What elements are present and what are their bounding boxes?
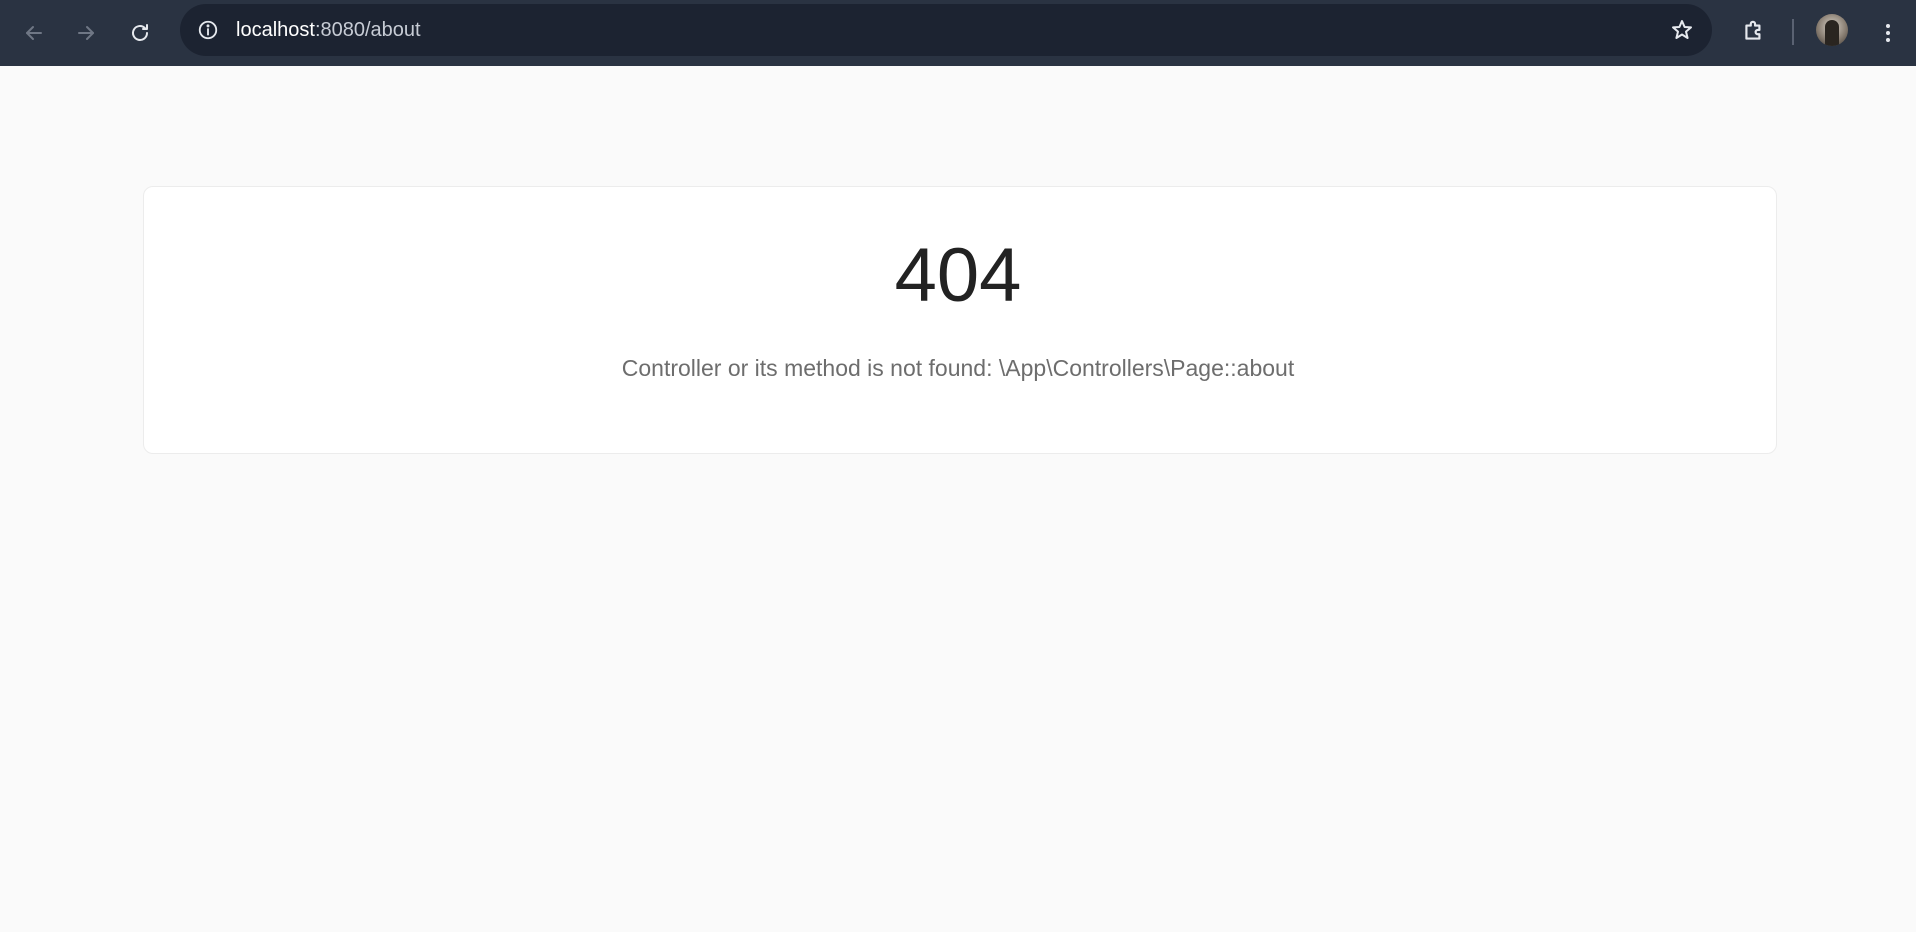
reload-icon (132, 24, 148, 41)
toolbar-divider (1792, 19, 1794, 45)
error-message: Controller or its method is not found: \… (621, 355, 1295, 381)
forward-button[interactable] (65, 12, 107, 54)
profile-avatar[interactable] (1816, 14, 1848, 46)
browser-menu-button[interactable] (1870, 12, 1906, 54)
reload-button[interactable] (119, 12, 161, 54)
extensions-button[interactable] (1733, 10, 1775, 52)
info-icon (198, 20, 218, 40)
arrow-right-icon (78, 26, 94, 40)
star-icon (1672, 20, 1692, 39)
browser-toolbar: localhost:8080/about (0, 0, 1916, 66)
back-button[interactable] (13, 12, 55, 54)
address-bar[interactable]: localhost:8080/about (180, 4, 1712, 56)
puzzle-icon (1745, 20, 1761, 40)
arrow-left-icon (26, 26, 42, 40)
site-info-button[interactable] (190, 12, 226, 48)
url-path: :8080/about (314, 19, 421, 41)
error-code: 404 (894, 233, 1022, 318)
url-host: localhost (236, 19, 315, 41)
bookmark-button[interactable] (1664, 12, 1700, 48)
kebab-menu-icon (1886, 24, 1890, 42)
url-text[interactable]: localhost:8080/about (236, 4, 421, 56)
